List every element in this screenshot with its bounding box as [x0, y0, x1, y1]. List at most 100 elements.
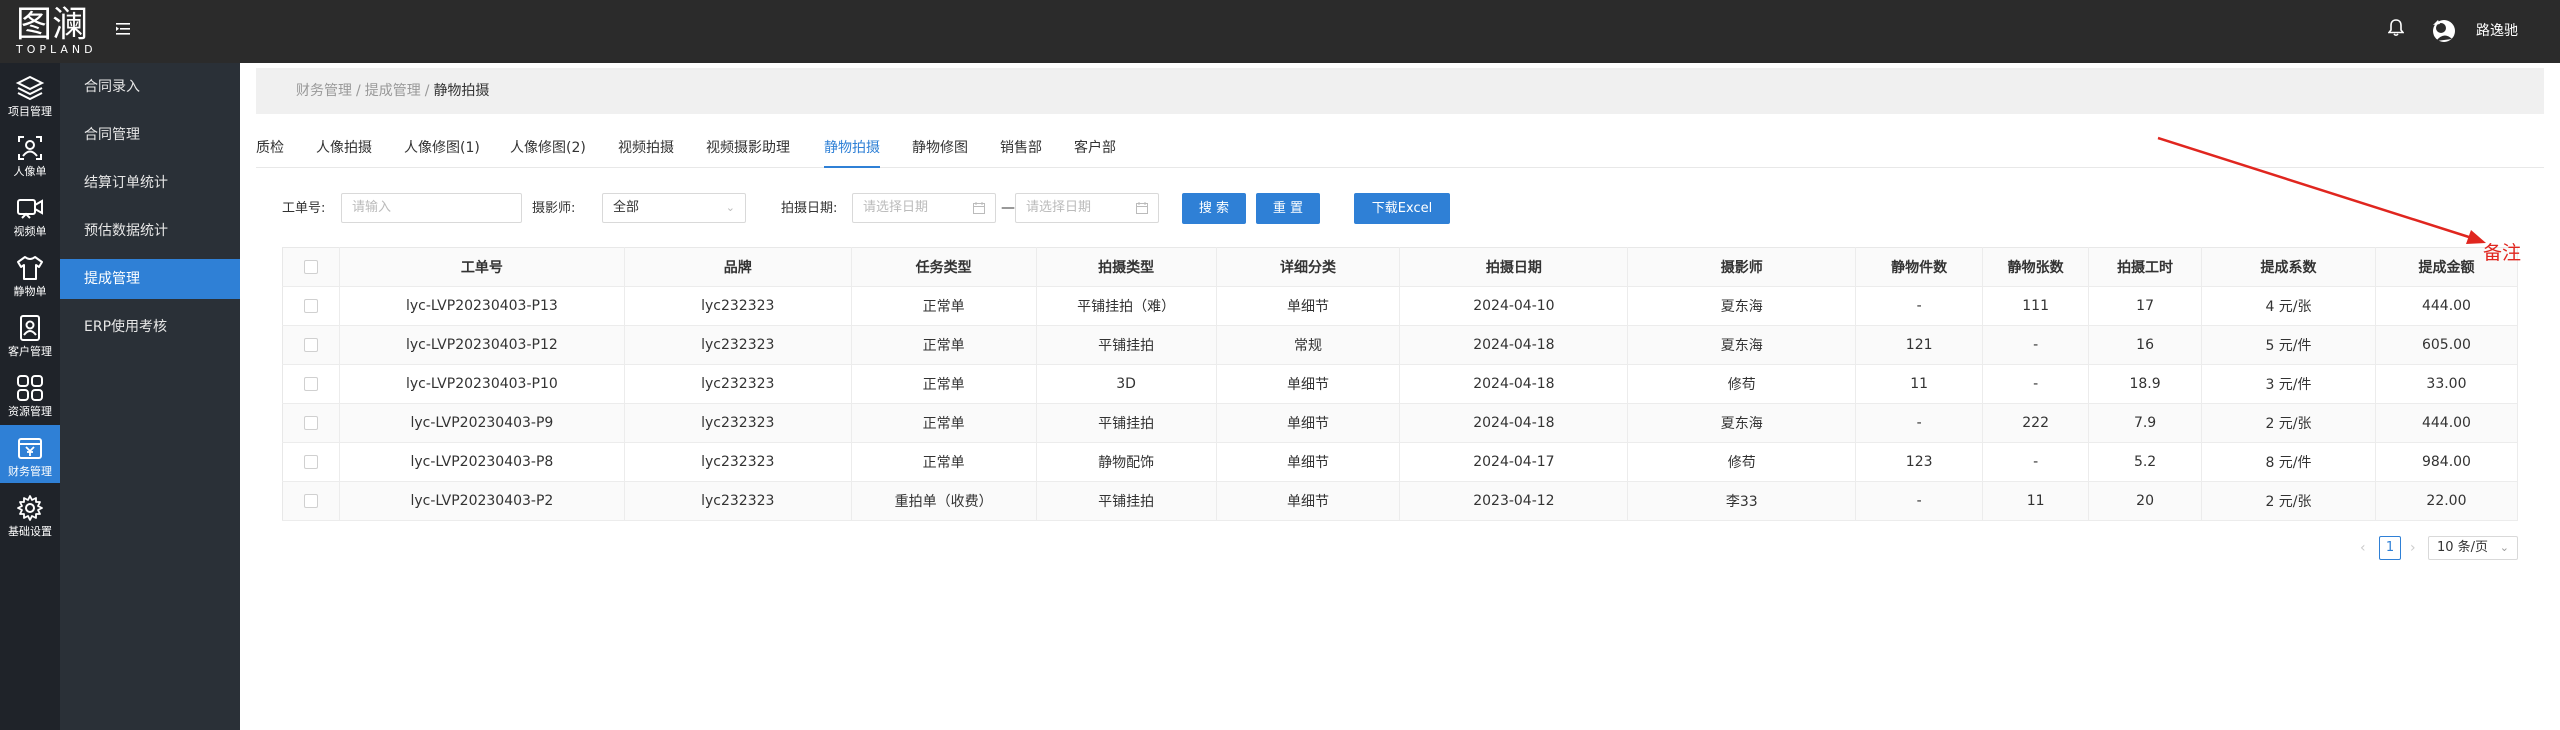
- tab-video-shoot[interactable]: 视频拍摄: [618, 128, 674, 168]
- table-row[interactable]: lyc-LVP20230403-P13 lyc232323 正常单 平铺挂拍（难…: [282, 286, 2519, 326]
- rail-item-still-life[interactable]: 静物单: [0, 245, 60, 303]
- table-cell: -: [1982, 364, 2090, 404]
- tab-portrait-retouch-2[interactable]: 人像修图(2): [510, 128, 586, 168]
- submenu-item-contract-management[interactable]: 合同管理: [60, 115, 240, 155]
- search-button[interactable]: 搜 索: [1182, 193, 1246, 224]
- tab-still-life-shoot[interactable]: 静物拍摄: [824, 128, 880, 168]
- logo[interactable]: 图澜 TOPLAND: [16, 4, 96, 60]
- annotation-label: 备注: [2483, 242, 2522, 264]
- tab-still-life-retouch[interactable]: 静物修图: [912, 128, 968, 168]
- submenu-item-estimate-stats[interactable]: 预估数据统计: [60, 211, 240, 251]
- table-cell: 2 元/张: [2201, 403, 2376, 443]
- tab-customer-dept[interactable]: 客户部: [1074, 128, 1116, 168]
- select-all-checkbox[interactable]: [303, 260, 318, 274]
- reset-button[interactable]: 重 置: [1256, 193, 1320, 224]
- table-row[interactable]: lyc-LVP20230403-P10 lyc232323 正常单 3D 单细节…: [282, 364, 2519, 404]
- rail-item-finance[interactable]: 财务管理: [0, 425, 60, 483]
- photographer-select-value: 全部: [613, 200, 640, 215]
- page-size-value: 10 条/页: [2437, 540, 2489, 555]
- submenu-item-commission[interactable]: 提成管理: [60, 259, 240, 299]
- submenu-item-erp-assessment[interactable]: ERP使用考核: [60, 307, 240, 347]
- next-page-icon[interactable]: ›: [2410, 536, 2416, 560]
- tab-qc[interactable]: 质检: [256, 128, 284, 168]
- column-header[interactable]: 拍摄工时: [2088, 247, 2203, 287]
- bell-icon[interactable]: [2387, 19, 2410, 41]
- tab-bar: 质检 人像拍摄 人像修图(1) 人像修图(2) 视频拍摄 视频摄影助理 静物拍摄…: [256, 128, 2544, 168]
- column-header[interactable]: 工单号: [339, 247, 625, 287]
- breadcrumb: 财务管理 / 提成管理 / 静物拍摄: [256, 68, 2544, 114]
- table-row[interactable]: lyc-LVP20230403-P12 lyc232323 正常单 平铺挂拍 常…: [282, 325, 2519, 365]
- rail-item-projects[interactable]: 项目管理: [0, 65, 60, 123]
- table-row[interactable]: lyc-LVP20230403-P2 lyc232323 重拍单（收费） 平铺挂…: [282, 481, 2519, 521]
- prev-page-icon[interactable]: ‹: [2360, 536, 2366, 560]
- page-size-select[interactable]: 10 条/页 ⌄: [2428, 536, 2518, 560]
- table-cell: lyc-LVP20230403-P2: [339, 481, 625, 521]
- table-cell: 605.00: [2375, 325, 2519, 365]
- column-header[interactable]: 静物件数: [1855, 247, 1984, 287]
- chevron-down-icon: ⌄: [725, 201, 735, 214]
- column-header[interactable]: 静物张数: [1982, 247, 2090, 287]
- table-cell: lyc-LVP20230403-P10: [339, 364, 625, 404]
- table-cell: 3 元/件: [2201, 364, 2376, 404]
- page-number-current[interactable]: 1: [2379, 536, 2401, 560]
- rail-item-customers[interactable]: 客户管理: [0, 305, 60, 363]
- table-row[interactable]: lyc-LVP20230403-P8 lyc232323 正常单 静物配饰 单细…: [282, 442, 2519, 482]
- submenu-item-contract-entry[interactable]: 合同录入: [60, 67, 240, 107]
- logo-subtext: TOPLAND: [16, 43, 97, 56]
- tab-video-assistant[interactable]: 视频摄影助理: [706, 128, 790, 168]
- tab-portrait-shoot[interactable]: 人像拍摄: [316, 128, 372, 168]
- table-cell: -: [1855, 403, 1984, 443]
- export-excel-button[interactable]: 下载Excel: [1354, 193, 1450, 224]
- table-cell: 2023-04-12: [1399, 481, 1629, 521]
- row-checkbox[interactable]: [303, 494, 318, 508]
- rail-item-video[interactable]: 视频单: [0, 185, 60, 243]
- rail-item-label: 静物单: [13, 285, 47, 298]
- table-cell: lyc-LVP20230403-P12: [339, 325, 625, 365]
- table-cell: 444.00: [2375, 403, 2519, 443]
- tab-sales[interactable]: 销售部: [1000, 128, 1042, 168]
- column-header[interactable]: 拍摄类型: [1036, 247, 1217, 287]
- table-cell: 正常单: [851, 325, 1037, 365]
- breadcrumb-item[interactable]: 提成管理: [365, 83, 421, 99]
- column-header[interactable]: 详细分类: [1216, 247, 1401, 287]
- table-cell: lyc232323: [624, 403, 852, 443]
- table-cell: 夏东海: [1627, 286, 1857, 326]
- order-no-input[interactable]: 请输入: [341, 193, 522, 223]
- row-checkbox[interactable]: [303, 377, 318, 391]
- menu-toggle-icon[interactable]: [116, 22, 136, 40]
- column-header[interactable]: 提成系数: [2201, 247, 2376, 287]
- row-checkbox[interactable]: [303, 416, 318, 430]
- photographer-label: 摄影师:: [532, 201, 576, 216]
- column-header[interactable]: 拍摄日期: [1399, 247, 1629, 287]
- column-header[interactable]: 任务类型: [851, 247, 1037, 287]
- rail-item-resources[interactable]: 资源管理: [0, 365, 60, 423]
- submenu-item-settlement-stats[interactable]: 结算订单统计: [60, 163, 240, 203]
- grid-icon: [17, 375, 43, 401]
- table-cell: 重拍单（收费）: [851, 481, 1037, 521]
- table-cell: 11: [1855, 364, 1984, 404]
- date-start-placeholder: 请选择日期: [863, 200, 929, 215]
- date-end-input[interactable]: 请选择日期: [1015, 193, 1159, 223]
- table-cell: 正常单: [851, 403, 1037, 443]
- date-start-input[interactable]: 请选择日期: [852, 193, 996, 223]
- column-header[interactable]: 品牌: [624, 247, 852, 287]
- avatar[interactable]: [2430, 17, 2460, 47]
- row-checkbox[interactable]: [303, 338, 318, 352]
- table-row[interactable]: lyc-LVP20230403-P9 lyc232323 正常单 平铺挂拍 单细…: [282, 403, 2519, 443]
- top-bar: 图澜 TOPLAND 路逸驰: [0, 0, 2560, 63]
- table-header-row: 工单号 品牌 任务类型 拍摄类型 详细分类 拍摄日期 摄影师 静物件数 静物张数…: [282, 247, 2519, 287]
- photographer-select[interactable]: 全部 ⌄: [602, 193, 746, 223]
- rail-item-settings[interactable]: 基础设置: [0, 485, 60, 543]
- commission-table: 工单号 品牌 任务类型 拍摄类型 详细分类 拍摄日期 摄影师 静物件数 静物张数…: [282, 247, 2519, 521]
- contact-card-icon: [20, 315, 40, 341]
- calendar-icon: [973, 202, 985, 214]
- column-header[interactable]: 摄影师: [1627, 247, 1857, 287]
- breadcrumb-item[interactable]: 财务管理: [296, 83, 352, 99]
- rail-item-portrait[interactable]: 人像单: [0, 125, 60, 183]
- user-name[interactable]: 路逸驰: [2476, 20, 2518, 42]
- layers-icon: [15, 75, 45, 101]
- tab-portrait-retouch-1[interactable]: 人像修图(1): [404, 128, 480, 168]
- row-checkbox[interactable]: [303, 299, 318, 313]
- table-cell: 平铺挂拍: [1036, 403, 1217, 443]
- row-checkbox[interactable]: [303, 455, 318, 469]
